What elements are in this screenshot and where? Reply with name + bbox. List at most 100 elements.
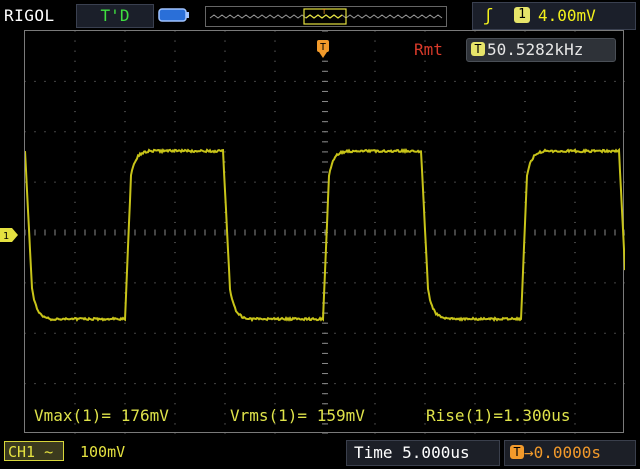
grid-dot xyxy=(625,333,626,334)
channel-1-marker[interactable]: 1 xyxy=(0,228,18,242)
grid-dot xyxy=(425,333,426,334)
grid-dot xyxy=(425,403,426,404)
grid-dot xyxy=(375,41,376,42)
grid-dot xyxy=(425,393,426,394)
grid-dot xyxy=(125,61,126,62)
run-status[interactable]: T'D xyxy=(76,4,154,28)
grid-dot xyxy=(565,131,566,132)
grid-dot xyxy=(315,333,316,334)
grid-dot xyxy=(515,131,516,132)
grid-dot xyxy=(135,282,136,283)
grid-dot xyxy=(75,282,76,283)
grid-dot xyxy=(225,343,226,344)
grid-dot xyxy=(125,81,126,82)
grid-dot xyxy=(125,272,126,273)
grid-dot xyxy=(425,192,426,193)
grid-dot xyxy=(175,303,176,304)
grid-dot xyxy=(575,71,576,72)
grid-dot xyxy=(125,141,126,142)
grid-dot xyxy=(425,111,426,112)
grid-dot xyxy=(135,131,136,132)
grid-dot xyxy=(225,91,226,92)
grid-dot xyxy=(515,182,516,183)
waveform-grid[interactable] xyxy=(24,30,624,433)
grid-dot xyxy=(415,383,416,384)
grid-dot xyxy=(575,172,576,173)
grid-dot xyxy=(75,111,76,112)
grid-dot xyxy=(485,333,486,334)
grid-dot xyxy=(105,131,106,132)
grid-dot xyxy=(255,182,256,183)
grid-dot xyxy=(75,333,76,334)
grid-dot xyxy=(75,61,76,62)
grid-dot xyxy=(525,91,526,92)
trigger-icon: T xyxy=(471,42,485,56)
grid-dot xyxy=(525,353,526,354)
grid-dot xyxy=(275,242,276,243)
grid-dot xyxy=(475,101,476,102)
grid-dot xyxy=(435,81,436,82)
grid-dot xyxy=(275,383,276,384)
grid-dot xyxy=(275,182,276,183)
grid-dot xyxy=(365,182,366,183)
grid-dot xyxy=(275,172,276,173)
grid-dot xyxy=(75,262,76,263)
grid-dot xyxy=(545,333,546,334)
grid-dot xyxy=(355,81,356,82)
grid-dot xyxy=(575,262,576,263)
grid-dot xyxy=(175,373,176,374)
grid-dot xyxy=(85,131,86,132)
grid-dot xyxy=(595,131,596,132)
grid-dot xyxy=(425,141,426,142)
trigger-channel-badge: 1 xyxy=(514,7,530,23)
grid-dot xyxy=(575,323,576,324)
grid-dot xyxy=(25,131,26,132)
grid-dot xyxy=(175,61,176,62)
grid-dot xyxy=(545,282,546,283)
grid-dot xyxy=(275,41,276,42)
grid-dot xyxy=(375,434,376,435)
grid-dot xyxy=(405,333,406,334)
grid-dot xyxy=(495,383,496,384)
grid-dot xyxy=(175,141,176,142)
grid-dot xyxy=(475,141,476,142)
trigger-position-marker[interactable]: T xyxy=(316,38,330,60)
grid-dot xyxy=(125,51,126,52)
grid-dot xyxy=(375,393,376,394)
grid-dot xyxy=(525,292,526,293)
grid-dot xyxy=(415,182,416,183)
grid-dot xyxy=(545,383,546,384)
grid-dot xyxy=(425,131,426,132)
grid-dot xyxy=(375,212,376,213)
grid-dot xyxy=(475,393,476,394)
grid-dot xyxy=(435,131,436,132)
grid-dot xyxy=(495,333,496,334)
grid-dot xyxy=(135,333,136,334)
grid-dot xyxy=(335,383,336,384)
grid-dot xyxy=(475,202,476,203)
grid-dot xyxy=(575,101,576,102)
grid-dot xyxy=(205,81,206,82)
grid-dot xyxy=(125,182,126,183)
grid-dot xyxy=(225,141,226,142)
grid-dot xyxy=(475,242,476,243)
grid-dot xyxy=(525,343,526,344)
grid-dot xyxy=(395,182,396,183)
grid-dot xyxy=(85,282,86,283)
grid-dot xyxy=(535,383,536,384)
grid-dot xyxy=(565,282,566,283)
grid-dot xyxy=(215,131,216,132)
grid-dot xyxy=(305,182,306,183)
grid-dot xyxy=(575,292,576,293)
memory-timebase-bar[interactable]: T xyxy=(205,6,447,27)
grid-dot xyxy=(475,91,476,92)
grid-dot xyxy=(585,131,586,132)
grid-dot xyxy=(625,182,626,183)
grid-dot xyxy=(275,151,276,152)
grid-dot xyxy=(125,192,126,193)
channel-1-label[interactable]: CH1 ~ xyxy=(4,441,64,461)
grid-dot xyxy=(235,282,236,283)
grid-dot xyxy=(455,131,456,132)
grid-dot xyxy=(525,313,526,314)
grid-dot xyxy=(125,383,126,384)
